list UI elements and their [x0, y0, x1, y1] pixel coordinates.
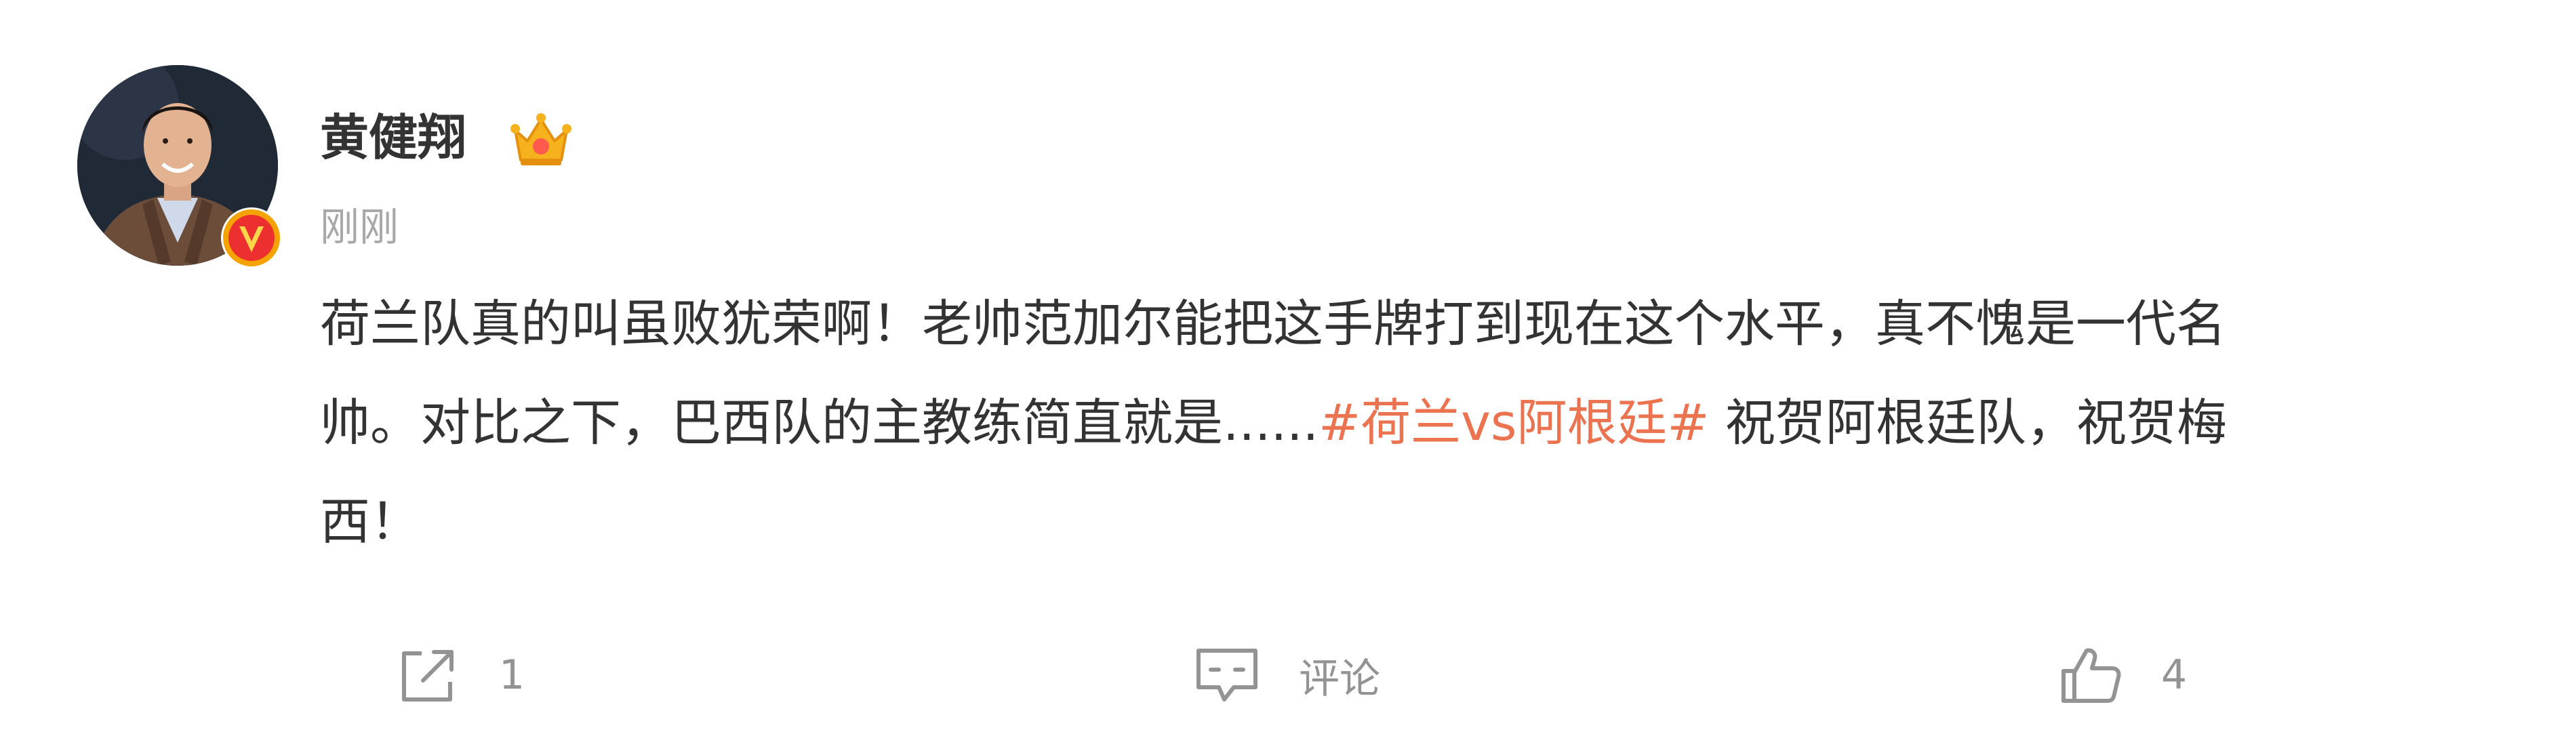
thumbs-up-icon [2058, 643, 2123, 708]
like-count: 4 [2161, 651, 2188, 699]
repost-count: 1 [499, 651, 525, 699]
share-icon [396, 643, 461, 708]
content-text: 祝贺阿根廷队，祝贺梅 [1709, 394, 2228, 452]
like-button[interactable]: 4 [2058, 641, 2187, 709]
content-line-2: 帅。对比之下，巴西队的主教练简直就是......#荷兰vs阿根廷# 祝贺阿根廷队… [320, 373, 2530, 472]
content-text: 帅。对比之下，巴西队的主教练简直就是...... [320, 394, 1319, 452]
repost-button[interactable]: 1 [396, 641, 525, 709]
verified-v-badge-icon [221, 207, 282, 268]
post-timestamp: 刚刚 [320, 204, 399, 250]
post-content: 荷兰队真的叫虽败犹荣啊！老帅范加尔能把这手牌打到现在这个水平，真不愧是一代名 帅… [320, 274, 2530, 571]
author-name[interactable]: 黄健翔 [320, 105, 466, 170]
weibo-post: 黄健翔 刚刚 荷兰队真的叫虽败犹荣啊！老帅范加尔能把这手牌打到现在这个水平，真不… [0, 0, 2576, 732]
hashtag-link[interactable]: #荷兰vs阿根廷# [1319, 394, 1709, 452]
comment-label: 评论 [1299, 655, 1380, 703]
comment-button[interactable]: 评论 [1193, 641, 1380, 709]
content-line-3: 西！ [320, 493, 420, 551]
comment-icon [1193, 643, 1261, 708]
author-avatar[interactable] [77, 65, 282, 268]
crown-icon[interactable] [510, 110, 572, 168]
content-line-1: 荷兰队真的叫虽败犹荣啊！老帅范加尔能把这手牌打到现在这个水平，真不愧是一代名 [320, 295, 2226, 353]
